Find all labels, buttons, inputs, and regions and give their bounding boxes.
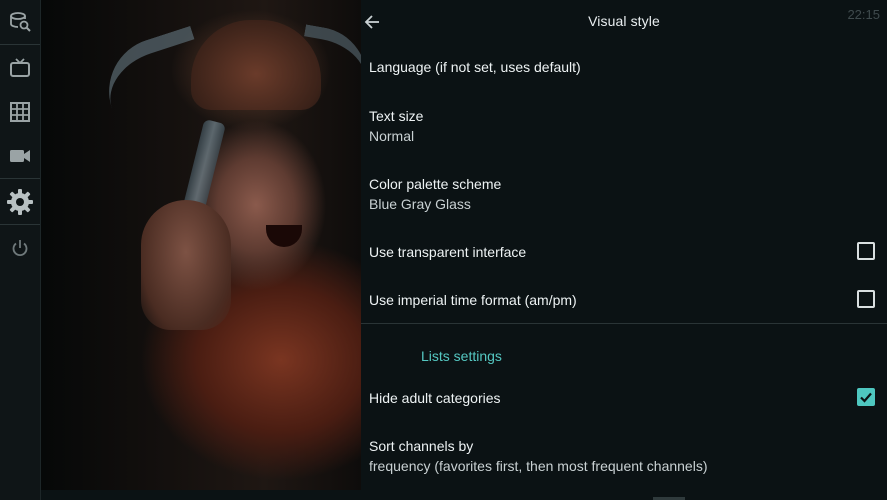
clock: 22:15	[847, 7, 880, 22]
video-mouth-shape	[266, 225, 302, 247]
video-preview	[41, 0, 361, 490]
checkmark-icon	[860, 392, 872, 403]
sidebar-item-guide[interactable]	[0, 90, 40, 134]
setting-label: Text size	[369, 108, 424, 124]
sidebar-item-tv[interactable]	[0, 46, 40, 90]
power-icon	[12, 240, 28, 257]
panel-header: Visual style 22:15	[361, 0, 887, 44]
setting-label: Use transparent interface	[369, 244, 527, 260]
setting-transparent-interface[interactable]: Use transparent interface	[369, 243, 879, 261]
rail-divider	[0, 178, 40, 179]
settings-panel: Visual style 22:15 Language (if not set,…	[361, 0, 887, 500]
video-horn-shape	[95, 25, 207, 109]
sidebar-item-search[interactable]	[0, 0, 40, 44]
setting-color-palette[interactable]: Color palette scheme Blue Gray Glass	[369, 175, 879, 213]
sidebar-item-settings[interactable]	[0, 180, 40, 224]
imperial-time-checkbox[interactable]	[857, 290, 875, 308]
setting-value: Normal	[369, 128, 415, 144]
setting-language[interactable]: Language (if not set, uses default)	[369, 58, 879, 76]
sidebar-rail	[0, 0, 41, 500]
section-title-lists: Lists settings	[421, 348, 502, 364]
sidebar-item-power[interactable]	[0, 226, 40, 270]
setting-imperial-time[interactable]: Use imperial time format (am/pm)	[369, 291, 879, 309]
setting-label: Use imperial time format (am/pm)	[369, 292, 577, 308]
transparent-interface-checkbox[interactable]	[857, 242, 875, 260]
section-divider	[361, 323, 887, 324]
rail-divider	[0, 224, 40, 225]
page-title: Visual style	[588, 13, 660, 29]
setting-text-size[interactable]: Text size Normal	[369, 107, 879, 145]
rail-divider	[0, 44, 40, 45]
tv-icon	[10, 58, 30, 77]
setting-sort-channels[interactable]: Sort channels by frequency (favorites fi…	[369, 437, 879, 475]
video-camera-icon	[10, 150, 30, 162]
setting-label: Sort channels by	[369, 438, 474, 454]
sidebar-item-recordings[interactable]	[0, 134, 40, 178]
setting-label: Hide adult categories	[369, 390, 501, 406]
video-hand-shape	[141, 200, 231, 330]
setting-value: frequency (favorites first, then most fr…	[369, 458, 708, 474]
search-database-icon	[10, 12, 31, 32]
setting-value: Blue Gray Glass	[369, 196, 471, 212]
setting-label: Language (if not set, uses default)	[369, 59, 581, 75]
gear-icon	[7, 189, 33, 215]
grid-icon	[10, 102, 30, 122]
hide-adult-checkbox[interactable]	[857, 388, 875, 406]
setting-label: Color palette scheme	[369, 176, 502, 192]
setting-hide-adult[interactable]: Hide adult categories	[369, 389, 879, 407]
